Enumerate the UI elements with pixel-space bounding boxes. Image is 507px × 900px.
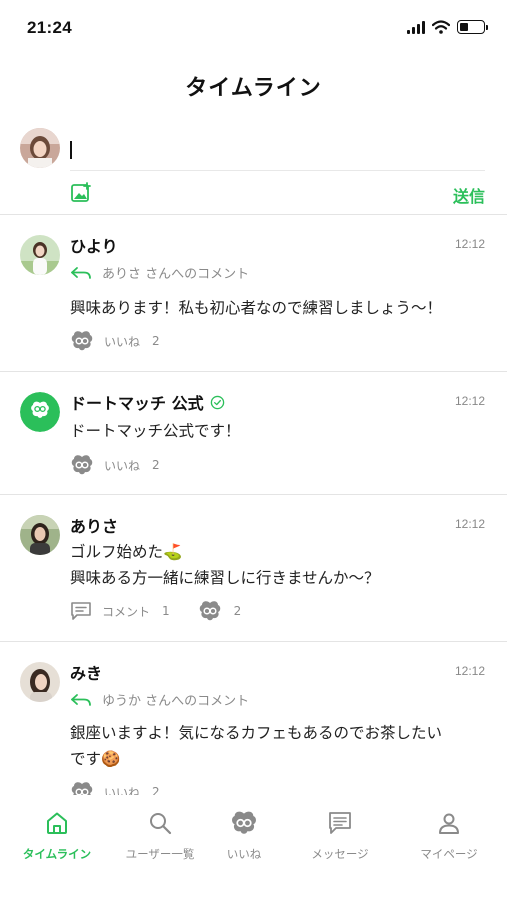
tab-label: マイページ bbox=[420, 847, 478, 861]
timeline-post: みき 12:12 ゆうか さんへのコメント 銀座いますよ！気になるカフェもあるの… bbox=[0, 642, 507, 795]
post-input[interactable] bbox=[70, 133, 485, 171]
comment-count: 1 bbox=[162, 604, 170, 618]
post-body-line: です🍪 bbox=[70, 750, 121, 768]
search-icon bbox=[150, 813, 172, 835]
battery-icon bbox=[457, 20, 488, 34]
like-icon bbox=[71, 331, 93, 351]
like-icon bbox=[71, 782, 93, 795]
post-actions: いいね 2 bbox=[70, 454, 160, 476]
my-avatar bbox=[20, 128, 60, 168]
author-name-text: ドートマッチ 公式 bbox=[70, 394, 204, 413]
post-body: 興味あります！私も初心者なので練習しましょう〜！ bbox=[70, 299, 443, 317]
status-icons bbox=[407, 20, 488, 34]
avatar[interactable] bbox=[20, 515, 60, 555]
author-name[interactable]: ドートマッチ 公式 bbox=[70, 390, 225, 414]
reply-to-text: ありさ さんへのコメント bbox=[102, 267, 250, 282]
post-actions: コメント 1 2 bbox=[70, 600, 241, 622]
timeline-feed[interactable]: ひより 12:12 ありさ さんへのコメント 興味あります！私も初心者なので練習… bbox=[0, 215, 507, 795]
tab-label: いいね bbox=[226, 847, 262, 861]
post-body-line: ゴルフ始めた⛳ bbox=[70, 543, 183, 561]
reply-to: ゆうか さんへのコメント bbox=[70, 690, 249, 709]
bottom-tab-bar: タイムライン ユーザー一覧 いいね メッセージ マイページ bbox=[0, 795, 507, 900]
post-actions: いいね 2 bbox=[70, 330, 160, 352]
cellular-signal-icon bbox=[407, 20, 425, 34]
wifi-icon bbox=[432, 20, 450, 34]
post-body-line: 興味ある方一緒に練習しに行きませんか〜？ bbox=[70, 569, 380, 587]
official-avatar[interactable] bbox=[20, 392, 60, 432]
post-time: 12:12 bbox=[454, 237, 485, 251]
timeline-post: ありさ 12:12 ゴルフ始めた⛳ 興味ある方一緒に練習しに行きませんか〜？ コ… bbox=[0, 495, 507, 642]
like-count: 2 bbox=[152, 334, 160, 348]
author-name-text: ひより bbox=[70, 237, 118, 256]
author-name-text: ありさ bbox=[70, 517, 119, 536]
like-button[interactable]: いいね 2 bbox=[70, 330, 160, 352]
home-icon bbox=[47, 812, 67, 834]
add-image-icon[interactable] bbox=[70, 182, 92, 204]
tab-likes[interactable]: いいね bbox=[194, 809, 294, 862]
send-button[interactable]: 送信 bbox=[453, 183, 485, 207]
reply-arrow-icon bbox=[71, 693, 91, 706]
message-icon bbox=[329, 812, 351, 834]
post-actions: いいね 2 bbox=[70, 781, 160, 795]
post-body: ゴルフ始めた⛳ 興味ある方一緒に練習しに行きませんか〜？ bbox=[70, 539, 490, 591]
verified-badge-icon bbox=[210, 395, 224, 409]
post-body-line: 銀座いますよ！気になるカフェもあるのでお茶したい bbox=[70, 724, 443, 742]
timeline-post: ひより 12:12 ありさ さんへのコメント 興味あります！私も初心者なので練習… bbox=[0, 215, 507, 372]
post-composer: 送信 bbox=[0, 125, 507, 215]
post-body: 銀座いますよ！気になるカフェもあるのでお茶したい です🍪 bbox=[70, 720, 490, 772]
like-button[interactable]: いいね 2 bbox=[70, 781, 160, 795]
comment-button[interactable]: コメント 1 bbox=[70, 601, 170, 621]
tab-timeline[interactable]: タイムライン bbox=[7, 809, 107, 862]
like-button[interactable]: 2 bbox=[198, 600, 242, 622]
author-name[interactable]: ありさ bbox=[70, 513, 118, 537]
avatar[interactable] bbox=[20, 235, 60, 275]
status-time: 21:24 bbox=[27, 18, 72, 37]
post-time: 12:12 bbox=[454, 517, 485, 531]
like-button[interactable]: いいね 2 bbox=[70, 454, 160, 476]
like-label: いいね bbox=[104, 334, 141, 349]
like-count: 2 bbox=[233, 604, 242, 618]
like-count: 2 bbox=[152, 785, 160, 795]
tab-messages[interactable]: メッセージ bbox=[290, 809, 390, 862]
page-title: タイムライン bbox=[185, 76, 322, 101]
timeline-post: ドートマッチ 公式 12:12 ドートマッチ公式です！ いいね 2 bbox=[0, 372, 507, 495]
comment-icon bbox=[71, 602, 91, 620]
post-time: 12:12 bbox=[454, 664, 485, 678]
tab-my-page[interactable]: マイページ bbox=[399, 809, 499, 862]
like-count: 2 bbox=[152, 458, 160, 472]
like-icon bbox=[232, 811, 256, 834]
avatar[interactable] bbox=[20, 662, 60, 702]
reply-to-text: ゆうか さんへのコメント bbox=[102, 694, 250, 709]
tab-label: メッセージ bbox=[311, 847, 369, 861]
reply-to: ありさ さんへのコメント bbox=[70, 263, 249, 282]
post-time: 12:12 bbox=[454, 394, 485, 408]
tab-label: タイムライン bbox=[22, 847, 92, 861]
reply-arrow-icon bbox=[71, 266, 91, 279]
like-icon bbox=[199, 601, 220, 621]
post-body: ドートマッチ公式です！ bbox=[70, 422, 241, 440]
author-name[interactable]: ひより bbox=[70, 233, 118, 257]
person-icon bbox=[439, 813, 459, 834]
author-name-text: みき bbox=[70, 664, 103, 683]
like-icon bbox=[71, 455, 93, 475]
author-name[interactable]: みき bbox=[70, 660, 102, 684]
text-caret bbox=[70, 141, 72, 159]
like-label: いいね bbox=[104, 785, 141, 796]
comment-label: コメント bbox=[102, 604, 151, 619]
status-bar: 21:24 bbox=[0, 0, 507, 60]
like-label: いいね bbox=[104, 458, 141, 473]
